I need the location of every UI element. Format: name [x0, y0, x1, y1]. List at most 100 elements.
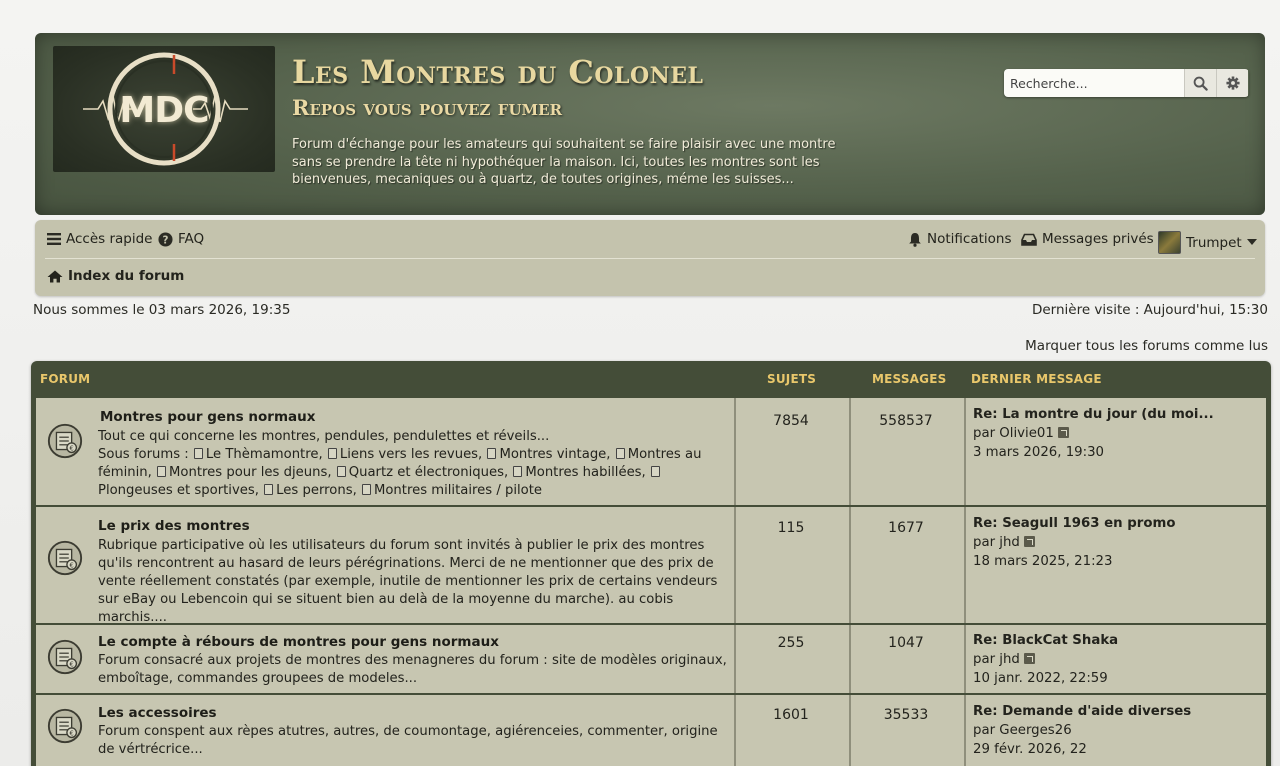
svg-text:?: ? [163, 234, 169, 246]
last-post-date: 29 févr. 2026, 22 [973, 742, 1087, 757]
inbox-icon [1021, 233, 1037, 246]
subforum-link[interactable]: Montres militaires / pilote [374, 483, 542, 498]
subforum-link[interactable]: Le Thèmamontre, [206, 447, 323, 462]
subforum-link[interactable]: Quartz et électroniques, [349, 465, 508, 480]
last-post-title[interactable]: Re: La montre du jour (du moi... [973, 405, 1263, 424]
subforum-icon [157, 466, 167, 477]
forum-read-icon: € [47, 540, 83, 576]
faq-label: FAQ [178, 231, 205, 247]
last-post-title[interactable]: Re: Seagull 1963 en promo [973, 514, 1263, 533]
subforum-icon [327, 448, 337, 459]
forum-row: € Le compte à rébours de montres pour ge… [36, 625, 1266, 693]
avatar [1158, 231, 1181, 254]
last-post-author[interactable]: par jhd [973, 535, 1020, 550]
faq-link[interactable]: ? FAQ [158, 231, 204, 247]
subforum-icon [361, 484, 371, 495]
page: MDC Les Montres du Colonel Repos vous po… [0, 0, 1280, 766]
site-title[interactable]: Les Montres du Colonel [292, 53, 703, 91]
topics-count: 1601 [773, 707, 809, 723]
current-time: Nous sommes le 03 mars 2026, 19:35 [33, 302, 291, 318]
forum-title[interactable]: Montres pour gens normaux [100, 409, 315, 425]
forum-description: Forum conspent aux rèpes atutres, autres… [98, 724, 718, 757]
notifications-link[interactable]: Notifications [908, 231, 1012, 247]
notifications-label: Notifications [927, 231, 1012, 247]
goto-post-icon[interactable] [1057, 427, 1069, 438]
subforum-link[interactable]: Montres pour les djeuns, [169, 465, 331, 480]
subforum-icon [264, 484, 274, 495]
forum-title[interactable]: Le compte à rébours de montres pour gens… [98, 634, 499, 650]
forum-read-icon: € [47, 639, 83, 675]
last-post: Re: Demande d'aide diverses par Geerges2… [973, 702, 1263, 759]
logo-text: MDC [119, 90, 209, 131]
question-icon: ? [158, 231, 173, 247]
forum-read-icon: € [47, 423, 83, 459]
forum-list: FORUM SUJETS MESSAGES DERNIER MESSAGE € … [31, 361, 1271, 766]
posts-count: 1677 [888, 520, 924, 536]
last-post-title[interactable]: Re: BlackCat Shaka [973, 631, 1263, 650]
advanced-search-button[interactable] [1216, 69, 1248, 97]
site-logo[interactable]: MDC [53, 46, 275, 172]
chevron-down-icon [1246, 239, 1257, 245]
forum-row: € Le prix des montres Rubrique participa… [36, 507, 1266, 625]
last-post-date: 3 mars 2026, 19:30 [973, 445, 1105, 460]
forum-title[interactable]: Le prix des montres [98, 518, 250, 534]
subforums-label: Sous forums : [98, 447, 189, 462]
search-input[interactable] [1004, 69, 1184, 97]
private-messages-link[interactable]: Messages privés [1021, 231, 1154, 247]
private-messages-label: Messages privés [1042, 231, 1154, 247]
search-button[interactable] [1184, 69, 1216, 97]
forum-description: Forum consacré aux projets de montres de… [98, 653, 727, 686]
last-post: Re: BlackCat Shaka par jhd 10 janr. 2022… [973, 631, 1263, 688]
forum-row: € Les accessoires Forum conspent aux rèp… [36, 695, 1266, 766]
username: Trumpet [1186, 234, 1242, 251]
gear-icon [1225, 76, 1240, 90]
table-header: FORUM SUJETS MESSAGES DERNIER MESSAGE [31, 361, 1271, 397]
user-menu[interactable]: Trumpet [1158, 231, 1257, 254]
subforum-link[interactable]: Montres habillées, [525, 465, 645, 480]
last-post-title[interactable]: Re: Demande d'aide diverses [973, 702, 1263, 721]
subforum-link[interactable]: Plongeuses et sportives, [98, 483, 259, 498]
last-post: Re: Seagull 1963 en promo par jhd 18 mar… [973, 514, 1263, 571]
subforum-icon [193, 448, 203, 459]
last-post-author[interactable]: par jhd [973, 652, 1020, 667]
home-icon [47, 270, 63, 282]
last-post-author[interactable]: par Olivie01 [973, 426, 1054, 441]
subforum-icon [336, 466, 346, 477]
last-post-date: 18 mars 2025, 21:23 [973, 554, 1113, 569]
mark-all-read-link[interactable]: Marquer tous les forums comme lus [1025, 338, 1268, 354]
subforum-icon [513, 466, 523, 477]
nav-bar: Accès rapide ? FAQ Notifications Message… [35, 220, 1265, 296]
subforum-icon [650, 466, 660, 477]
breadcrumb[interactable]: Index du forum [47, 268, 184, 284]
forum-row: € Montres pour gens normaux Tout ce qui … [36, 398, 1266, 505]
last-post: Re: La montre du jour (du moi... par Oli… [973, 405, 1263, 462]
forum-title[interactable]: Les accessoires [98, 705, 217, 721]
quick-access-menu[interactable]: Accès rapide [47, 231, 153, 247]
posts-count: 558537 [879, 413, 933, 429]
subforum-link[interactable]: Les perrons, [276, 483, 357, 498]
forum-description-text: Tout ce qui concerne les montres, pendul… [98, 429, 550, 444]
site-header: MDC Les Montres du Colonel Repos vous po… [35, 33, 1265, 215]
hamburger-icon [47, 233, 61, 245]
goto-post-icon[interactable] [1023, 536, 1035, 547]
forum-description: Rubrique participative où les utilisateu… [98, 538, 718, 625]
site-subtitle: Repos vous pouvez fumer [292, 95, 563, 120]
topics-count: 7854 [773, 413, 809, 429]
topics-count: 255 [777, 635, 805, 651]
svg-text:€: € [70, 445, 74, 453]
last-post-author[interactable]: par Geerges26 [973, 721, 1263, 740]
subforum-link[interactable]: Liens vers les revues, [340, 447, 482, 462]
header-last-post: DERNIER MESSAGE [971, 372, 1102, 386]
subforum-icon [615, 448, 625, 459]
header-posts: MESSAGES [872, 372, 947, 386]
goto-post-icon[interactable] [1023, 653, 1035, 664]
subforum-link[interactable]: Montres vintage, [499, 447, 610, 462]
nav-divider [45, 258, 1255, 259]
last-visit: Dernière visite : Aujourd'hui, 15:30 [1031, 302, 1268, 318]
subforum-icon [487, 448, 497, 459]
last-post-date: 10 janr. 2022, 22:59 [973, 671, 1108, 686]
header-forum: FORUM [40, 372, 91, 386]
svg-text:€: € [70, 661, 74, 669]
forum-description: Tout ce qui concerne les montres, pendul… [98, 428, 730, 500]
search-box [1004, 69, 1249, 97]
